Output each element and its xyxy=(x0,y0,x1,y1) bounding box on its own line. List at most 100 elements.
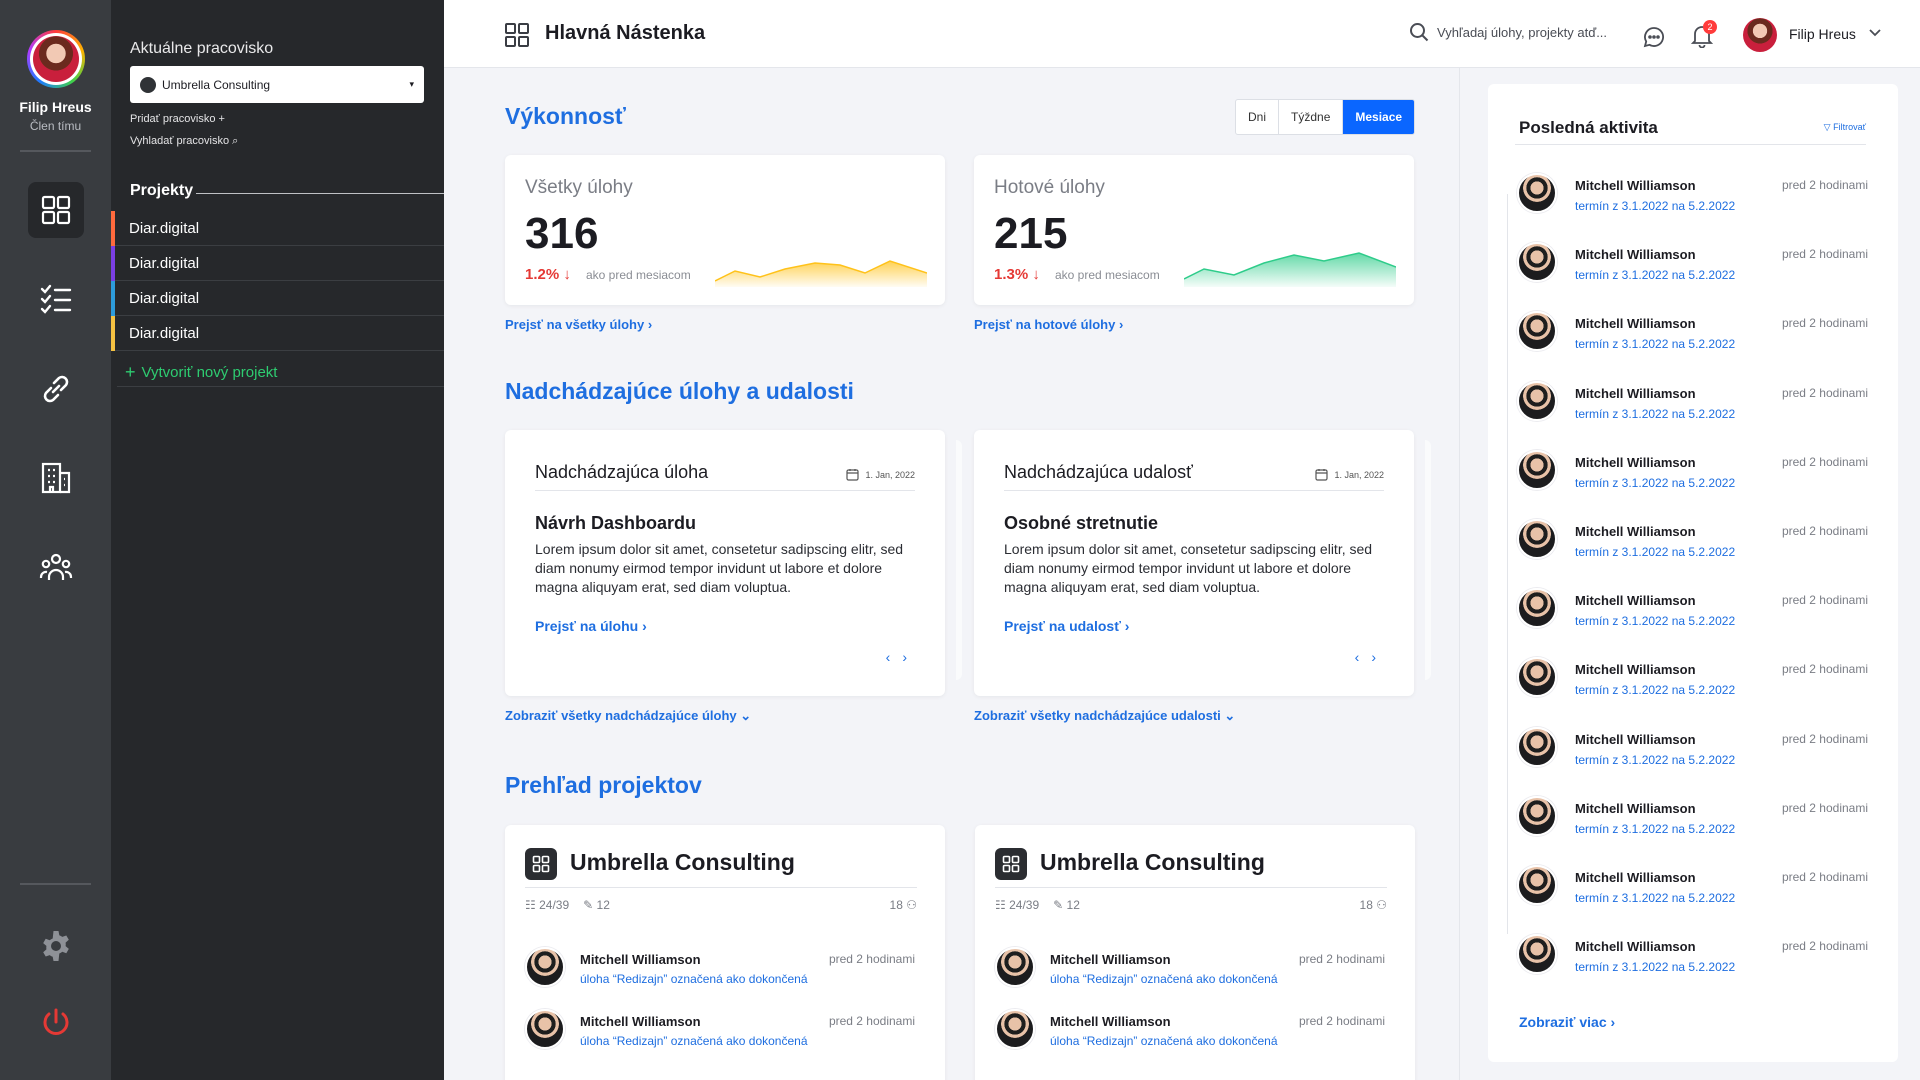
activity-item[interactable]: Mitchell Williamson termín z 3.1.2022 na … xyxy=(1488,242,1898,302)
arrow-down-icon: ↓ xyxy=(563,266,571,283)
project-item[interactable]: Diar.digital xyxy=(111,246,444,281)
activity-desc[interactable]: úloha “Redizajn” označená ako dokončená xyxy=(1050,1034,1278,1048)
comment-icon: ✎ xyxy=(583,898,594,912)
all-tasks-link[interactable]: Prejsť na všetky úlohy › xyxy=(505,317,652,332)
activity-desc[interactable]: termín z 3.1.2022 na 5.2.2022 xyxy=(1575,683,1735,697)
chevron-right-icon[interactable]: › xyxy=(1371,649,1376,665)
nav-dashboard-button[interactable] xyxy=(28,182,84,238)
activity-desc[interactable]: termín z 3.1.2022 na 5.2.2022 xyxy=(1575,476,1735,490)
logout-button[interactable] xyxy=(28,995,84,1051)
divider xyxy=(1515,144,1866,145)
project-item[interactable]: Diar.digital xyxy=(111,316,444,351)
activity-item[interactable]: Mitchell Williamson termín z 3.1.2022 na … xyxy=(1488,795,1898,856)
show-all-events-label: Zobraziť všetky nadchádzajúce udalosti xyxy=(974,708,1221,723)
team-icon: ⚇ xyxy=(1376,898,1387,912)
comments-count: ✎ 12 xyxy=(1053,898,1080,912)
go-to-event-link[interactable]: Prejsť na udalosť › xyxy=(1004,618,1129,634)
activity-desc[interactable]: termín z 3.1.2022 na 5.2.2022 xyxy=(1575,407,1735,421)
card-date-value: 1. Jan, 2022 xyxy=(1334,469,1384,480)
project-item[interactable]: Diar.digital xyxy=(111,211,444,246)
chevron-left-icon[interactable]: ‹ xyxy=(886,649,891,665)
activity-desc[interactable]: termín z 3.1.2022 na 5.2.2022 xyxy=(1575,545,1735,559)
icon-rail: Filip Hreus Člen tímu xyxy=(0,0,111,1080)
activity-desc[interactable]: úloha “Redizajn” označená ako dokončená xyxy=(1050,972,1278,986)
activity-item[interactable]: Mitchell Williamson termín z 3.1.2022 na … xyxy=(1488,173,1898,233)
activity-item[interactable]: Mitchell Williamson termín z 3.1.2022 na … xyxy=(1488,726,1898,787)
caret-down-icon: ▾ xyxy=(409,79,414,89)
search-input[interactable]: Vyhľadaj úlohy, projekty atď... xyxy=(1409,22,1607,42)
chevron-right-icon: › xyxy=(1118,317,1124,332)
go-to-task-link[interactable]: Prejsť na úlohu › xyxy=(535,618,647,634)
activity-user: Mitchell Williamson xyxy=(1575,454,1696,470)
card-body: Lorem ipsum dolor sit amet, consetetur s… xyxy=(1004,541,1373,595)
activity-time: pred 2 hodinami xyxy=(828,952,915,966)
show-more-link[interactable]: Zobraziť viac › xyxy=(1519,1014,1615,1030)
workspace-select[interactable]: Umbrella Consulting ▾ xyxy=(130,66,424,103)
activity-desc[interactable]: termín z 3.1.2022 na 5.2.2022 xyxy=(1575,753,1735,767)
activity-desc[interactable]: termín z 3.1.2022 na 5.2.2022 xyxy=(1575,268,1735,282)
project-item[interactable]: Diar.digital xyxy=(111,281,444,316)
project-name[interactable]: Umbrella Consulting xyxy=(1040,849,1265,876)
activity-item[interactable]: Mitchell Williamson termín z 3.1.2022 na … xyxy=(1488,934,1898,994)
calendar-icon xyxy=(846,469,860,481)
find-workspace-link[interactable]: Vyhladať pracovisko ⌕ xyxy=(130,135,238,148)
overview-title: Prehľad projektov xyxy=(505,772,702,798)
settings-button[interactable] xyxy=(28,918,84,974)
user-avatar[interactable] xyxy=(27,30,85,88)
filter-button[interactable]: ▽ Filtrovať xyxy=(1824,122,1866,133)
activity-desc[interactable]: termín z 3.1.2022 na 5.2.2022 xyxy=(1575,337,1735,351)
nav-company-button[interactable] xyxy=(28,450,84,506)
sparkline-chart xyxy=(1184,252,1396,287)
activity-desc[interactable]: termín z 3.1.2022 na 5.2.2022 xyxy=(1575,199,1735,213)
plus-icon: + xyxy=(125,362,136,382)
project-color-bar xyxy=(111,316,115,351)
show-all-tasks-link[interactable]: Zobraziť všetky nadchádzajúce úlohy ⌄ xyxy=(505,708,751,724)
activity-item[interactable]: Mitchell Williamson termín z 3.1.2022 na … xyxy=(1488,865,1898,925)
add-workspace-link[interactable]: Pridať pracovisko + xyxy=(130,113,225,125)
create-project-button[interactable]: + Vytvoriť nový projekt xyxy=(117,359,444,387)
done-tasks-link-label: Prejsť na hotové úlohy xyxy=(974,317,1116,332)
done-tasks-link[interactable]: Prejsť na hotové úlohy › xyxy=(974,317,1123,332)
card-date: 1. Jan, 2022 xyxy=(846,468,915,481)
avatar[interactable] xyxy=(1743,18,1777,52)
project-panel: Aktuálne pracovisko Umbrella Consulting … xyxy=(111,0,444,1080)
tab-days[interactable]: Dni xyxy=(1236,100,1280,134)
grid-icon xyxy=(532,855,550,873)
show-all-events-link[interactable]: Zobraziť všetky nadchádzajúce udalosti ⌄ xyxy=(974,708,1235,724)
chevron-down-icon[interactable] xyxy=(1867,24,1883,40)
activity-user: Mitchell Williamson xyxy=(1575,662,1696,678)
activity-desc[interactable]: úloha “Redizajn” označená ako dokončená xyxy=(580,972,808,986)
activity-time: pred 2 hodinami xyxy=(1781,939,1868,954)
activity-item[interactable]: Mitchell Williamson termín z 3.1.2022 na … xyxy=(1488,519,1898,579)
project-name[interactable]: Umbrella Consulting xyxy=(570,849,795,876)
activity-desc[interactable]: termín z 3.1.2022 na 5.2.2022 xyxy=(1575,822,1735,836)
activity-item[interactable]: Mitchell Williamson termín z 3.1.2022 na … xyxy=(1488,588,1898,648)
header-user-name[interactable]: Filip Hreus xyxy=(1789,26,1856,42)
tab-weeks[interactable]: Týždne xyxy=(1279,100,1344,134)
activity-item[interactable]: Mitchell Williamson termín z 3.1.2022 na … xyxy=(1488,311,1898,371)
activity-desc[interactable]: termín z 3.1.2022 na 5.2.2022 xyxy=(1575,960,1735,974)
project-color-bar xyxy=(111,211,115,246)
nav-team-button[interactable] xyxy=(28,539,84,595)
avatar xyxy=(1517,173,1557,213)
filter-label: Filtrovať xyxy=(1833,122,1866,132)
tab-months[interactable]: Mesiace xyxy=(1343,100,1415,134)
divider xyxy=(1004,490,1384,491)
activity-user: Mitchell Williamson xyxy=(1575,247,1696,263)
avatar xyxy=(1517,380,1557,421)
chevron-left-icon[interactable]: ‹ xyxy=(1355,649,1360,665)
activity-item[interactable]: Mitchell Williamson termín z 3.1.2022 na … xyxy=(1488,657,1898,717)
activity-desc[interactable]: termín z 3.1.2022 na 5.2.2022 xyxy=(1575,891,1735,905)
activity-item[interactable]: Mitchell Williamson termín z 3.1.2022 na … xyxy=(1488,380,1898,441)
chevron-right-icon[interactable]: › xyxy=(902,649,907,665)
activity-desc[interactable]: termín z 3.1.2022 na 5.2.2022 xyxy=(1575,614,1735,628)
nav-links-button[interactable] xyxy=(28,361,84,417)
chat-icon[interactable] xyxy=(1643,26,1665,48)
project-icon xyxy=(525,848,557,880)
divider xyxy=(535,490,915,491)
nav-tasks-button[interactable] xyxy=(28,271,84,327)
activity-user: Mitchell Williamson xyxy=(1050,952,1171,967)
activity-item[interactable]: Mitchell Williamson termín z 3.1.2022 na … xyxy=(1488,449,1898,510)
activity-desc[interactable]: úloha “Redizajn” označená ako dokončená xyxy=(580,1034,808,1048)
avatar xyxy=(525,1009,565,1049)
